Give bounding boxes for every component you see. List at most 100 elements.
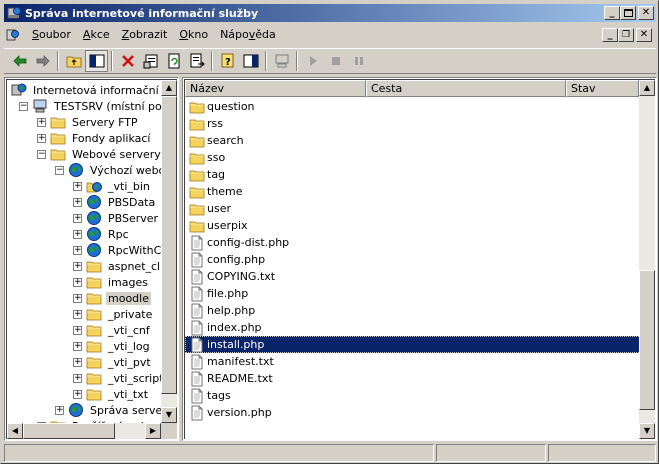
list-item[interactable]: question — [185, 98, 255, 115]
menu-napoveda[interactable]: Nápověda — [214, 26, 282, 44]
collapse-icon[interactable]: − — [37, 149, 46, 159]
list-item[interactable]: tag — [185, 166, 225, 183]
tree-node[interactable]: + Fondy aplikací — [37, 130, 152, 146]
tree-horizontal-scrollbar[interactable]: ◀ ▶ — [7, 423, 161, 439]
column-header-nazev[interactable]: Název — [185, 80, 366, 97]
expand-icon[interactable]: + — [37, 133, 46, 143]
tree-node[interactable]: + Správa serveru — [55, 402, 164, 418]
expand-icon[interactable]: + — [73, 293, 82, 303]
properties-button[interactable] — [139, 50, 162, 72]
expand-icon[interactable]: + — [73, 341, 82, 351]
expand-icon[interactable]: + — [73, 373, 82, 383]
tree-node[interactable]: + moodle — [73, 290, 151, 306]
refresh-button[interactable] — [162, 50, 185, 72]
tree-node[interactable]: + _vti_bin — [73, 178, 152, 194]
expand-icon[interactable]: + — [55, 405, 64, 415]
list-item[interactable]: manifest.txt — [185, 353, 274, 370]
back-button[interactable] — [8, 50, 31, 72]
tree-node[interactable]: + PBSData — [73, 194, 157, 210]
expand-icon[interactable]: + — [73, 277, 82, 287]
pause-button[interactable] — [347, 50, 370, 72]
expand-icon[interactable]: + — [73, 309, 82, 319]
tree-node[interactable]: − Webové servery — [37, 146, 163, 162]
up-level-button[interactable] — [62, 50, 85, 72]
collapse-icon[interactable]: − — [19, 101, 28, 111]
stop-button[interactable] — [324, 50, 347, 72]
column-header-stav[interactable]: Stav — [566, 80, 639, 97]
expand-icon[interactable]: + — [73, 213, 82, 223]
tree-node[interactable]: Internetová informační služ — [11, 82, 164, 98]
tree-node[interactable]: + PBServer — [73, 210, 160, 226]
tree-node[interactable]: + _vti_script — [73, 370, 164, 386]
list-item[interactable]: install.php — [185, 336, 639, 353]
scroll-right-button[interactable]: ▶ — [145, 423, 161, 439]
expand-icon[interactable]: + — [73, 389, 82, 399]
scroll-thumb[interactable] — [639, 270, 655, 410]
tree-node[interactable]: + _vti_pvt — [73, 354, 153, 370]
list-item[interactable]: search — [185, 132, 244, 149]
expand-icon[interactable]: + — [37, 117, 46, 127]
menu-zobrazit[interactable]: Zobrazit — [116, 26, 174, 44]
list-item[interactable]: rss — [185, 115, 223, 132]
list-item[interactable]: README.txt — [185, 370, 273, 387]
tree-node[interactable]: + images — [73, 274, 150, 290]
list-item[interactable]: theme — [185, 183, 243, 200]
mdi-restore-button[interactable]: ❐ — [618, 28, 634, 42]
maximize-button[interactable] — [620, 6, 636, 20]
collapse-icon[interactable]: − — [55, 165, 64, 175]
tree-vertical-scrollbar[interactable]: ▲ ▼ — [161, 80, 177, 423]
expand-icon[interactable]: + — [73, 197, 82, 207]
expand-icon[interactable]: + — [73, 229, 82, 239]
list-item[interactable]: config-dist.php — [185, 234, 289, 251]
console-icon[interactable] — [6, 27, 22, 43]
tree-node[interactable]: − TESTSRV (místní počítač — [19, 98, 164, 114]
tree-node[interactable]: + RpcWithCer — [73, 242, 164, 258]
export-list-button[interactable] — [185, 50, 208, 72]
scroll-up-button[interactable]: ▲ — [161, 80, 177, 96]
list-item[interactable]: config.php — [185, 251, 265, 268]
expand-icon[interactable]: + — [73, 325, 82, 335]
expand-icon[interactable]: + — [73, 261, 82, 271]
close-button[interactable]: ✕ — [638, 6, 654, 20]
help-button[interactable]: ? — [216, 50, 239, 72]
tree-node[interactable]: + _vti_cnf — [73, 322, 152, 338]
column-header-cesta[interactable]: Cesta — [366, 80, 566, 97]
forward-button[interactable] — [31, 50, 54, 72]
tree-node[interactable]: + _vti_txt — [73, 386, 150, 402]
scroll-thumb[interactable] — [23, 423, 115, 439]
delete-button[interactable] — [116, 50, 139, 72]
list-item[interactable]: file.php — [185, 285, 248, 302]
tree-node[interactable]: − Výchozí webový — [55, 162, 164, 178]
scroll-down-button[interactable]: ▼ — [161, 407, 177, 423]
menu-okno[interactable]: Okno — [173, 26, 214, 44]
tree-node[interactable]: + _private — [73, 306, 154, 322]
menu-akce[interactable]: Akce — [77, 26, 116, 44]
expand-icon[interactable]: + — [73, 181, 82, 191]
scroll-down-button[interactable]: ▼ — [639, 423, 655, 439]
list-item[interactable]: help.php — [185, 302, 255, 319]
show-action-pane-button[interactable] — [239, 50, 262, 72]
show-tree-button[interactable] — [85, 50, 108, 72]
list-item[interactable]: index.php — [185, 319, 262, 336]
list-vertical-scrollbar[interactable]: ▲ ▼ — [639, 80, 655, 439]
mdi-close-button[interactable]: ✕ — [636, 28, 652, 42]
scroll-left-button[interactable]: ◀ — [7, 423, 23, 439]
expand-icon[interactable]: + — [73, 245, 82, 255]
scroll-thumb[interactable] — [161, 96, 177, 394]
minimize-button[interactable]: _ — [604, 6, 620, 20]
expand-icon[interactable]: + — [73, 357, 82, 367]
tree-node[interactable]: + _vti_log — [73, 338, 152, 354]
mdi-minimize-button[interactable]: _ — [602, 28, 618, 42]
tree-node[interactable]: + Servery FTP — [37, 114, 140, 130]
title-bar[interactable]: Správa internetové informační služby _ ✕ — [4, 4, 656, 22]
list-item[interactable]: version.php — [185, 404, 272, 421]
menu-soubor[interactable]: Soubor — [26, 26, 77, 44]
list-item[interactable]: sso — [185, 149, 225, 166]
list-item[interactable]: userpix — [185, 217, 248, 234]
computer-button[interactable] — [270, 50, 293, 72]
list-item[interactable]: COPYING.txt — [185, 268, 275, 285]
list-item[interactable]: user — [185, 200, 231, 217]
tree-node[interactable]: + aspnet_clie — [73, 258, 164, 274]
list-item[interactable]: tags — [185, 387, 231, 404]
start-button[interactable] — [301, 50, 324, 72]
